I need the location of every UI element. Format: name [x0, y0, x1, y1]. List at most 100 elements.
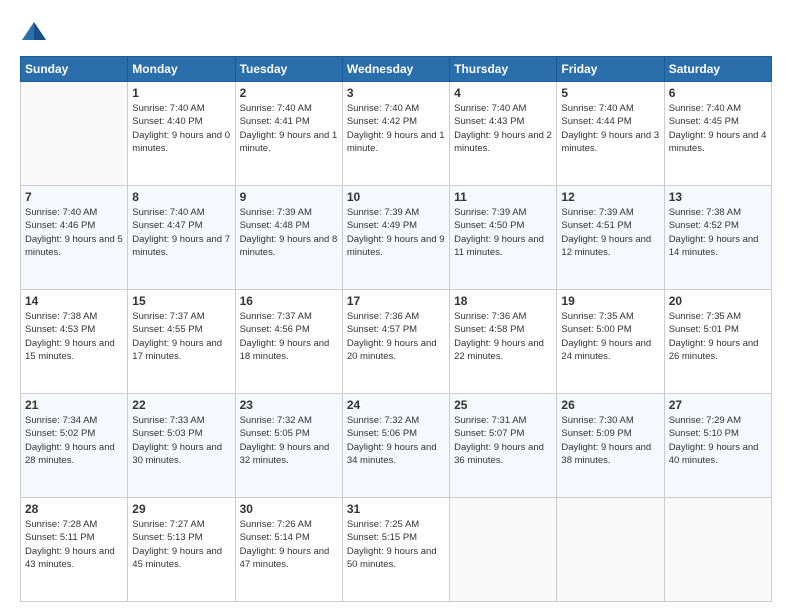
daylight-text: Daylight: 9 hours and 22 minutes. — [454, 338, 544, 362]
day-number: 27 — [669, 398, 767, 412]
day-info: Sunrise: 7:35 AM Sunset: 5:01 PM Dayligh… — [669, 310, 767, 363]
sunset-text: Sunset: 5:02 PM — [25, 428, 95, 439]
daylight-text: Daylight: 9 hours and 38 minutes. — [561, 442, 651, 466]
sunset-text: Sunset: 5:06 PM — [347, 428, 417, 439]
day-info: Sunrise: 7:34 AM Sunset: 5:02 PM Dayligh… — [25, 414, 123, 467]
sunset-text: Sunset: 4:40 PM — [132, 116, 202, 127]
day-info: Sunrise: 7:37 AM Sunset: 4:55 PM Dayligh… — [132, 310, 230, 363]
daylight-text: Daylight: 9 hours and 11 minutes. — [454, 234, 544, 258]
calendar-cell: 21 Sunrise: 7:34 AM Sunset: 5:02 PM Dayl… — [21, 394, 128, 498]
calendar-body: 1 Sunrise: 7:40 AM Sunset: 4:40 PM Dayli… — [21, 82, 772, 602]
day-info: Sunrise: 7:40 AM Sunset: 4:47 PM Dayligh… — [132, 206, 230, 259]
daylight-text: Daylight: 9 hours and 3 minutes. — [561, 130, 659, 154]
day-info: Sunrise: 7:36 AM Sunset: 4:58 PM Dayligh… — [454, 310, 552, 363]
daylight-text: Daylight: 9 hours and 32 minutes. — [240, 442, 330, 466]
sunrise-text: Sunrise: 7:39 AM — [240, 207, 312, 218]
calendar-cell: 1 Sunrise: 7:40 AM Sunset: 4:40 PM Dayli… — [128, 82, 235, 186]
sunrise-text: Sunrise: 7:31 AM — [454, 415, 526, 426]
sunset-text: Sunset: 5:15 PM — [347, 532, 417, 543]
logo — [20, 16, 52, 46]
sunrise-text: Sunrise: 7:38 AM — [669, 207, 741, 218]
calendar-cell: 12 Sunrise: 7:39 AM Sunset: 4:51 PM Dayl… — [557, 186, 664, 290]
sunrise-text: Sunrise: 7:40 AM — [669, 103, 741, 114]
day-number: 17 — [347, 294, 445, 308]
sunset-text: Sunset: 4:47 PM — [132, 220, 202, 231]
calendar-cell: 10 Sunrise: 7:39 AM Sunset: 4:49 PM Dayl… — [342, 186, 449, 290]
sunset-text: Sunset: 5:07 PM — [454, 428, 524, 439]
daylight-text: Daylight: 9 hours and 28 minutes. — [25, 442, 115, 466]
day-number: 19 — [561, 294, 659, 308]
daylight-text: Daylight: 9 hours and 47 minutes. — [240, 546, 330, 570]
calendar-cell — [21, 82, 128, 186]
day-number: 30 — [240, 502, 338, 516]
day-info: Sunrise: 7:29 AM Sunset: 5:10 PM Dayligh… — [669, 414, 767, 467]
calendar-cell: 13 Sunrise: 7:38 AM Sunset: 4:52 PM Dayl… — [664, 186, 771, 290]
day-number: 4 — [454, 86, 552, 100]
calendar-cell — [664, 498, 771, 602]
daylight-text: Daylight: 9 hours and 34 minutes. — [347, 442, 437, 466]
day-number: 12 — [561, 190, 659, 204]
day-number: 14 — [25, 294, 123, 308]
sunrise-text: Sunrise: 7:34 AM — [25, 415, 97, 426]
calendar-cell: 2 Sunrise: 7:40 AM Sunset: 4:41 PM Dayli… — [235, 82, 342, 186]
weekday-header-friday: Friday — [557, 57, 664, 82]
sunset-text: Sunset: 5:10 PM — [669, 428, 739, 439]
day-number: 1 — [132, 86, 230, 100]
daylight-text: Daylight: 9 hours and 50 minutes. — [347, 546, 437, 570]
day-number: 7 — [25, 190, 123, 204]
day-info: Sunrise: 7:39 AM Sunset: 4:51 PM Dayligh… — [561, 206, 659, 259]
weekday-header-sunday: Sunday — [21, 57, 128, 82]
calendar-cell: 24 Sunrise: 7:32 AM Sunset: 5:06 PM Dayl… — [342, 394, 449, 498]
daylight-text: Daylight: 9 hours and 43 minutes. — [25, 546, 115, 570]
day-number: 13 — [669, 190, 767, 204]
day-info: Sunrise: 7:38 AM Sunset: 4:52 PM Dayligh… — [669, 206, 767, 259]
sunrise-text: Sunrise: 7:38 AM — [25, 311, 97, 322]
calendar-cell: 25 Sunrise: 7:31 AM Sunset: 5:07 PM Dayl… — [450, 394, 557, 498]
sunset-text: Sunset: 4:46 PM — [25, 220, 95, 231]
calendar-cell: 31 Sunrise: 7:25 AM Sunset: 5:15 PM Dayl… — [342, 498, 449, 602]
sunrise-text: Sunrise: 7:25 AM — [347, 519, 419, 530]
weekday-header-monday: Monday — [128, 57, 235, 82]
day-info: Sunrise: 7:39 AM Sunset: 4:48 PM Dayligh… — [240, 206, 338, 259]
calendar-cell: 26 Sunrise: 7:30 AM Sunset: 5:09 PM Dayl… — [557, 394, 664, 498]
calendar-cell: 17 Sunrise: 7:36 AM Sunset: 4:57 PM Dayl… — [342, 290, 449, 394]
daylight-text: Daylight: 9 hours and 1 minute. — [240, 130, 338, 154]
week-row-4: 21 Sunrise: 7:34 AM Sunset: 5:02 PM Dayl… — [21, 394, 772, 498]
day-info: Sunrise: 7:40 AM Sunset: 4:42 PM Dayligh… — [347, 102, 445, 155]
day-info: Sunrise: 7:39 AM Sunset: 4:50 PM Dayligh… — [454, 206, 552, 259]
calendar-cell — [450, 498, 557, 602]
calendar-header: SundayMondayTuesdayWednesdayThursdayFrid… — [21, 57, 772, 82]
week-row-1: 1 Sunrise: 7:40 AM Sunset: 4:40 PM Dayli… — [21, 82, 772, 186]
day-info: Sunrise: 7:31 AM Sunset: 5:07 PM Dayligh… — [454, 414, 552, 467]
calendar-cell: 7 Sunrise: 7:40 AM Sunset: 4:46 PM Dayli… — [21, 186, 128, 290]
sunrise-text: Sunrise: 7:32 AM — [240, 415, 312, 426]
sunrise-text: Sunrise: 7:40 AM — [132, 207, 204, 218]
weekday-header-wednesday: Wednesday — [342, 57, 449, 82]
daylight-text: Daylight: 9 hours and 26 minutes. — [669, 338, 759, 362]
calendar-cell: 11 Sunrise: 7:39 AM Sunset: 4:50 PM Dayl… — [450, 186, 557, 290]
day-number: 3 — [347, 86, 445, 100]
day-info: Sunrise: 7:33 AM Sunset: 5:03 PM Dayligh… — [132, 414, 230, 467]
sunset-text: Sunset: 5:01 PM — [669, 324, 739, 335]
day-number: 28 — [25, 502, 123, 516]
calendar-cell: 30 Sunrise: 7:26 AM Sunset: 5:14 PM Dayl… — [235, 498, 342, 602]
day-number: 26 — [561, 398, 659, 412]
day-number: 11 — [454, 190, 552, 204]
sunrise-text: Sunrise: 7:26 AM — [240, 519, 312, 530]
sunset-text: Sunset: 4:42 PM — [347, 116, 417, 127]
day-number: 16 — [240, 294, 338, 308]
sunset-text: Sunset: 5:05 PM — [240, 428, 310, 439]
daylight-text: Daylight: 9 hours and 15 minutes. — [25, 338, 115, 362]
daylight-text: Daylight: 9 hours and 14 minutes. — [669, 234, 759, 258]
sunrise-text: Sunrise: 7:36 AM — [454, 311, 526, 322]
sunrise-text: Sunrise: 7:36 AM — [347, 311, 419, 322]
day-info: Sunrise: 7:26 AM Sunset: 5:14 PM Dayligh… — [240, 518, 338, 571]
day-number: 21 — [25, 398, 123, 412]
daylight-text: Daylight: 9 hours and 40 minutes. — [669, 442, 759, 466]
daylight-text: Daylight: 9 hours and 5 minutes. — [25, 234, 123, 258]
day-number: 22 — [132, 398, 230, 412]
daylight-text: Daylight: 9 hours and 8 minutes. — [240, 234, 338, 258]
calendar-cell: 27 Sunrise: 7:29 AM Sunset: 5:10 PM Dayl… — [664, 394, 771, 498]
sunset-text: Sunset: 4:44 PM — [561, 116, 631, 127]
day-info: Sunrise: 7:40 AM Sunset: 4:43 PM Dayligh… — [454, 102, 552, 155]
